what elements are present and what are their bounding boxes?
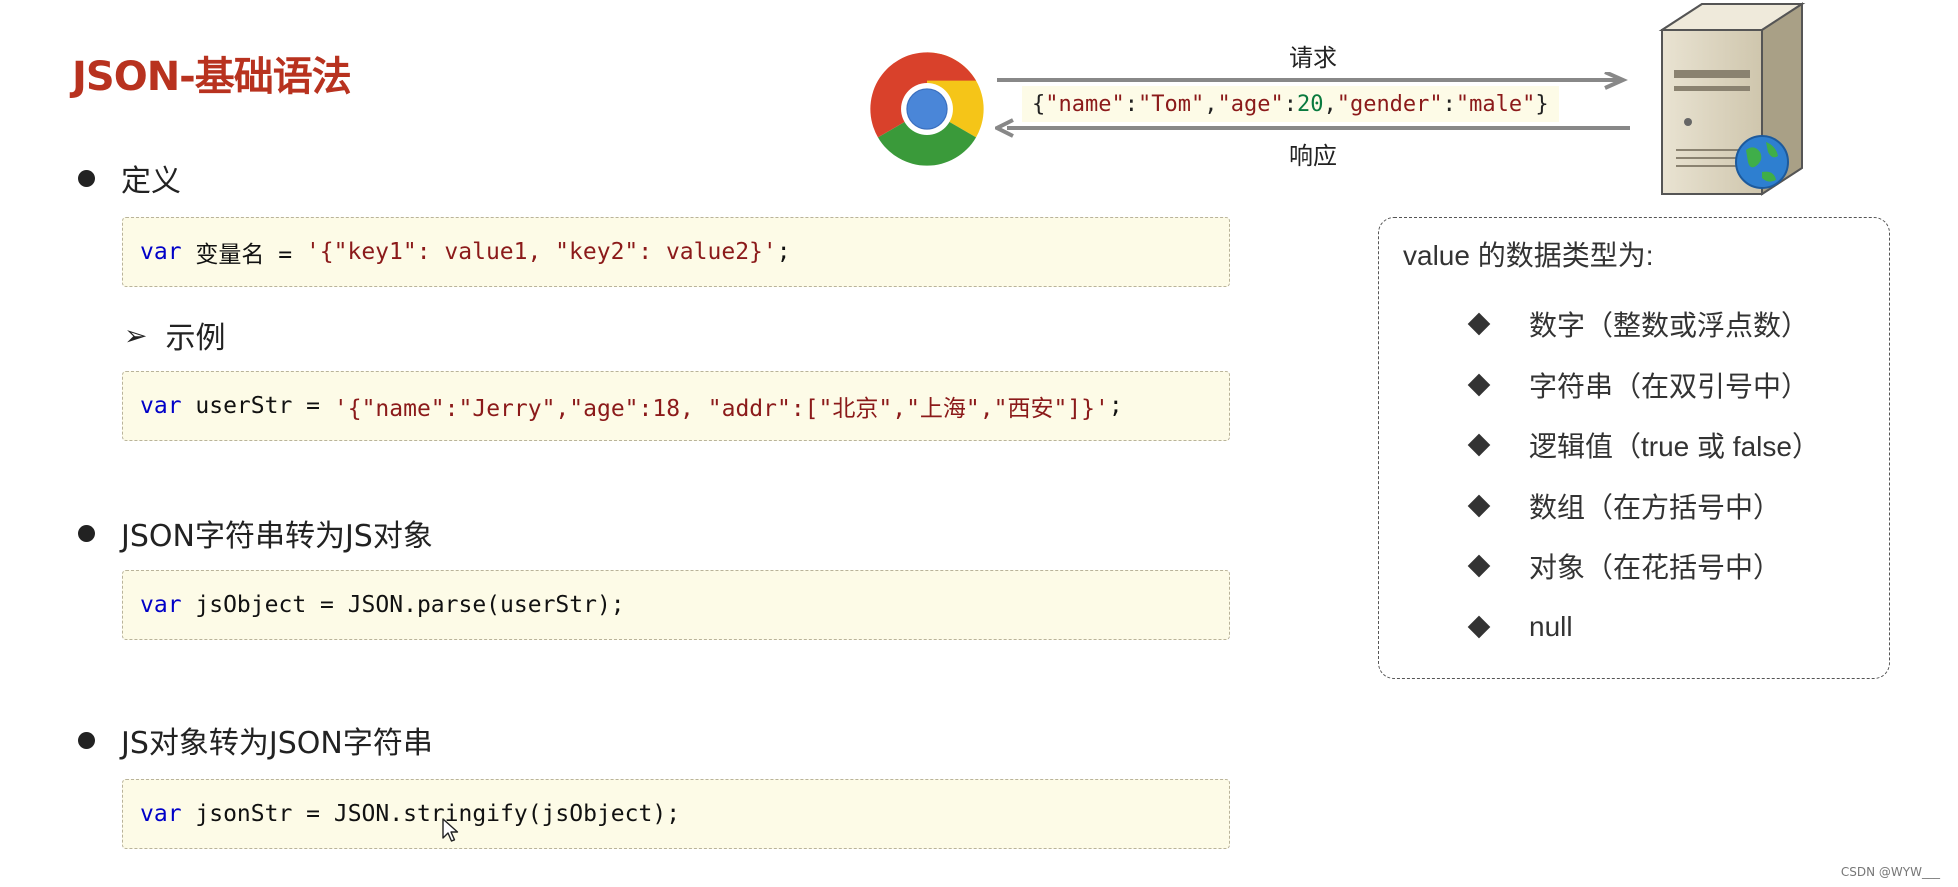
code-text: userStr = xyxy=(181,393,334,419)
list-item: null xyxy=(1467,597,1820,658)
subsection-example: ➢ 示例 xyxy=(124,313,225,357)
chrome-browser-icon xyxy=(870,52,984,166)
code-text: ; xyxy=(1108,393,1123,419)
mouse-cursor-icon xyxy=(442,818,459,842)
diamond-bullet-icon xyxy=(1467,554,1491,578)
code-block-example: var userStr = '{"name":"Jerry","age":18,… xyxy=(122,371,1230,441)
list-item: 对象（在花括号中） xyxy=(1467,536,1820,597)
json-brace: { xyxy=(1032,91,1046,117)
json-value: "Tom" xyxy=(1137,91,1205,117)
code-text: ; xyxy=(776,239,791,265)
code-block-stringify: var jsonStr = JSON.stringify(jsObject); xyxy=(122,779,1230,849)
bullet-dot-icon xyxy=(78,524,95,542)
subsection-example-label: 示例 xyxy=(165,321,226,356)
value-type-label: 数字（整数或浮点数） xyxy=(1529,310,1810,342)
list-item: 数字（整数或浮点数） xyxy=(1467,294,1820,355)
list-item: 逻辑值（true 或 false） xyxy=(1467,415,1820,476)
value-type-label: null xyxy=(1529,610,1573,642)
code-keyword: var xyxy=(140,801,182,827)
bullet-dot-icon xyxy=(78,169,95,187)
diamond-bullet-icon xyxy=(1467,433,1491,457)
json-colon: : xyxy=(1124,91,1138,117)
diamond-bullet-icon xyxy=(1467,373,1491,397)
json-comma: , xyxy=(1204,91,1218,117)
json-comma: , xyxy=(1323,91,1337,117)
json-key: "name" xyxy=(1045,91,1125,117)
code-keyword: var xyxy=(140,592,182,618)
diamond-bullet-icon xyxy=(1467,494,1491,518)
list-item: 数组（在方括号中） xyxy=(1467,476,1820,537)
code-text: jsonStr = JSON.stringify(jsObject); xyxy=(181,801,681,827)
code-keyword: var xyxy=(140,239,182,265)
code-string: '{"name":"Jerry","age":18, "addr":["北京",… xyxy=(333,396,1109,422)
code-text: jsObject = JSON.parse(userStr); xyxy=(181,592,625,618)
section-definition: 定义 xyxy=(78,156,181,200)
diamond-bullet-icon xyxy=(1467,615,1491,639)
value-type-label: 字符串（在双引号中） xyxy=(1529,370,1810,402)
bullet-dot-icon xyxy=(78,731,95,749)
request-label: 请求 xyxy=(1289,44,1337,72)
code-text: 变量名 = xyxy=(181,242,306,268)
value-type-label: 数组（在方括号中） xyxy=(1529,491,1782,523)
code-block-parse: var jsObject = JSON.parse(userStr); xyxy=(122,570,1230,640)
value-types-box: value 的数据类型为: 数字（整数或浮点数） 字符串（在双引号中） 逻辑值（… xyxy=(1378,217,1890,679)
response-label: 响应 xyxy=(1289,142,1337,170)
section-parse: JSON字符串转为JS对象 xyxy=(78,511,433,555)
code-keyword: var xyxy=(140,393,182,419)
list-item: 字符串（在双引号中） xyxy=(1467,355,1820,416)
json-colon: : xyxy=(1442,91,1456,117)
json-value: 20 xyxy=(1296,91,1324,117)
json-colon: : xyxy=(1283,91,1297,117)
diamond-bullet-icon xyxy=(1467,312,1491,336)
json-brace: } xyxy=(1535,91,1549,117)
section-stringify: JS对象转为JSON字符串 xyxy=(78,718,433,762)
code-block-definition: var 变量名 = '{"key1": value1, "key2": valu… xyxy=(122,217,1230,287)
value-types-list: 数字（整数或浮点数） 字符串（在双引号中） 逻辑值（true 或 false） … xyxy=(1467,294,1820,657)
value-type-label: 对象（在花括号中） xyxy=(1529,552,1782,584)
page-title: JSON-基础语法 xyxy=(72,54,352,100)
section-stringify-label: JS对象转为JSON字符串 xyxy=(121,726,433,761)
section-definition-label: 定义 xyxy=(121,164,181,199)
code-string: '{"key1": value1, "key2": value2}' xyxy=(305,239,777,265)
json-key: "gender" xyxy=(1336,91,1443,117)
value-types-title: value 的数据类型为: xyxy=(1403,240,1654,271)
server-icon xyxy=(1658,2,1806,196)
arrow-bullet-icon: ➢ xyxy=(124,318,148,352)
json-sample: {"name": "Tom", "age":20, "gender": "male"} xyxy=(1022,86,1559,122)
watermark: CSDN @WYW___ xyxy=(1840,865,1940,879)
json-key: "age" xyxy=(1217,91,1284,117)
value-type-label: 逻辑值（true 或 false） xyxy=(1529,431,1820,463)
json-value: "male" xyxy=(1455,91,1536,117)
section-parse-label: JSON字符串转为JS对象 xyxy=(121,519,433,554)
